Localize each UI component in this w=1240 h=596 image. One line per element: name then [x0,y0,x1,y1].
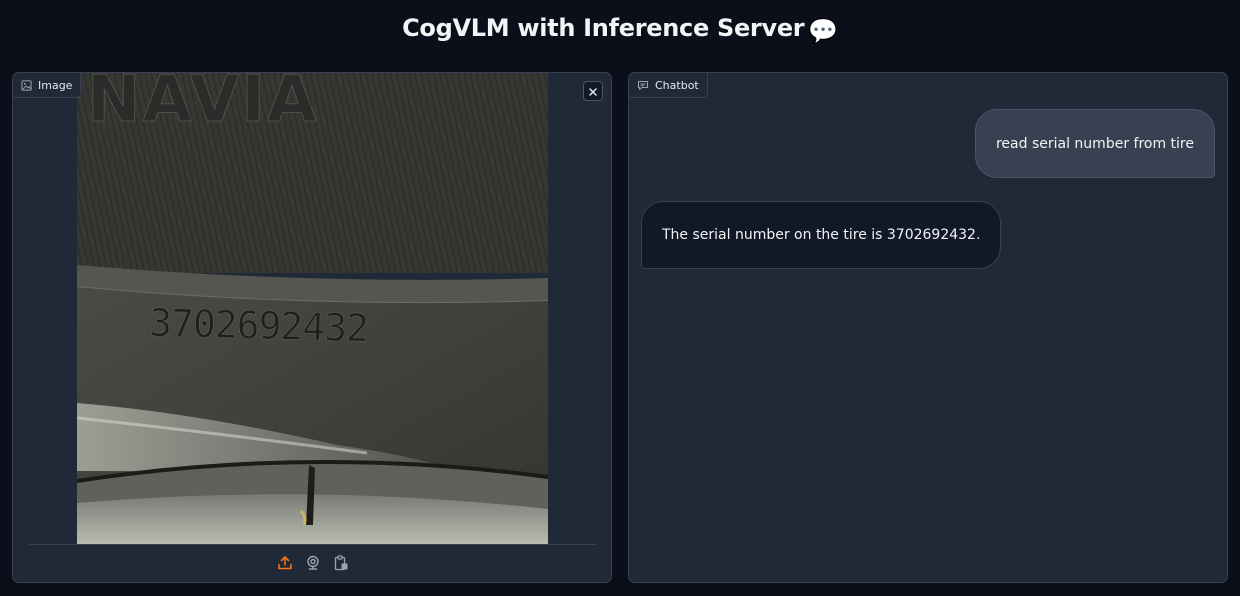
bot-message-text: The serial number on the tire is 3702692… [662,227,981,243]
page-title: CogVLM with Inference Server 💬 [0,14,1240,45]
chat-icon [637,80,649,91]
image-icon [21,79,32,91]
embossed-brand-text: NAVIA [87,73,319,137]
chatbot-panel-label: Chatbot [629,73,708,98]
webcam-button[interactable] [304,555,322,575]
chatbot-panel-label-text: Chatbot [655,78,699,92]
webcam-icon [305,555,321,575]
image-divider [29,544,596,545]
upload-button[interactable] [276,556,294,574]
image-panel-label: Image [13,73,82,98]
embossed-serial-text: 3702692432 [149,301,369,351]
image-source-toolbar [13,553,611,577]
image-panel: Image NAVIA 3702692432 [12,72,612,583]
image-panel-label-text: Image [38,78,73,92]
chatbot-panel: Chatbot read serial number from tire The… [628,72,1228,583]
user-message-text: read serial number from tire [995,135,1194,152]
clear-image-button[interactable] [583,81,603,101]
paste-from-clipboard-button[interactable] [332,555,350,575]
close-icon [588,82,598,101]
upload-icon [277,555,293,575]
user-message: read serial number from tire [974,109,1215,178]
bot-message: The serial number on the tire is 3702692… [641,201,1002,269]
speech-bubble-emoji: 💬 [808,17,838,45]
page-title-text: CogVLM with Inference Server [402,14,805,42]
tire-photo: NAVIA 3702692432 [77,73,548,544]
clipboard-icon [333,555,349,575]
